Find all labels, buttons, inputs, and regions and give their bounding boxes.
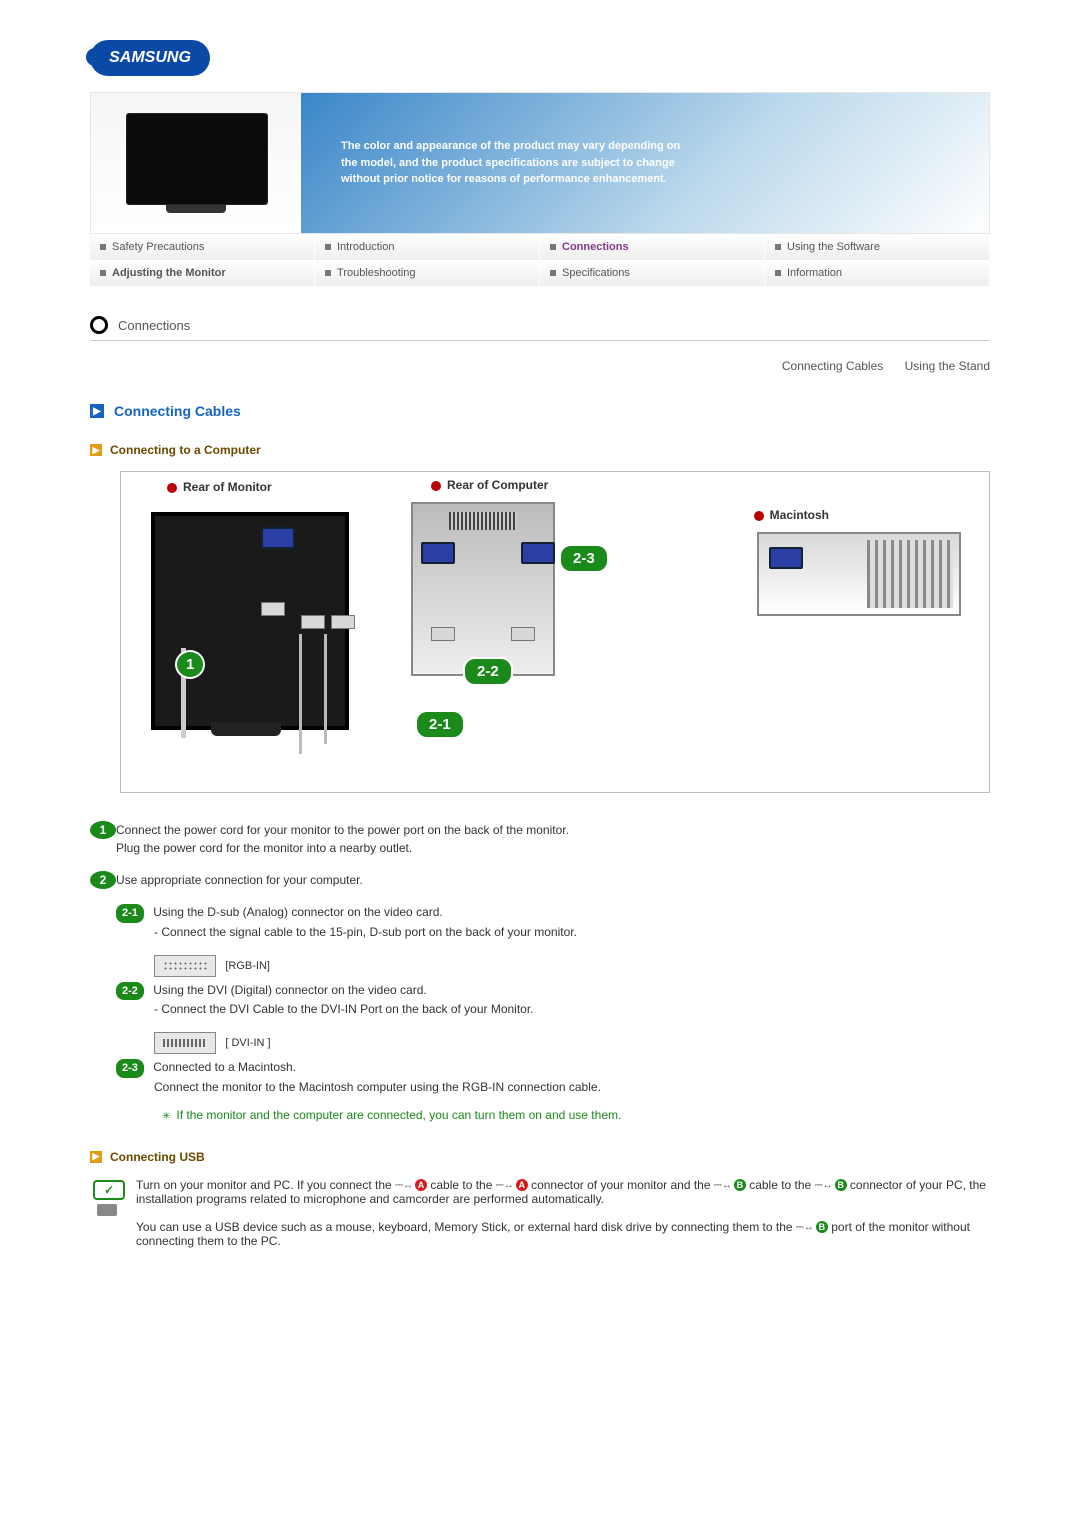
step-2-text: Use appropriate connection for your comp… xyxy=(116,871,990,889)
rgb-port-icon xyxy=(154,955,216,977)
diagram-macintosh xyxy=(757,532,961,616)
tab-specifications[interactable]: Specifications xyxy=(540,260,765,286)
dvi-port-icon xyxy=(301,615,325,629)
hero-disclaimer: The color and appearance of the product … xyxy=(301,138,721,188)
step-2-3: 2-3 Connected to a Macintosh. Connect th… xyxy=(116,1058,990,1096)
label-rear-computer: Rear of Computer xyxy=(431,478,548,492)
usb-paragraph-1: Turn on your monitor and PC. If you conn… xyxy=(136,1178,990,1248)
callout-2-1: 2-1 xyxy=(415,710,465,739)
nav-row-1: Safety Precautions Introduction Connecti… xyxy=(90,234,990,260)
nav-row-2: Adjusting the Monitor Troubleshooting Sp… xyxy=(90,260,990,286)
tab-safety-precautions[interactable]: Safety Precautions xyxy=(90,234,315,260)
usb-a-icon: ⎓↔A xyxy=(496,1179,528,1191)
step-1-text: Connect the power cord for your monitor … xyxy=(116,821,990,857)
step-2-1: 2-1 Using the D-sub (Analog) connector o… xyxy=(116,903,990,977)
callout-2-2: 2-2 xyxy=(463,657,513,686)
tab-using-the-software[interactable]: Using the Software xyxy=(765,234,990,260)
subsection-heading-usb: ▶ Connecting USB xyxy=(90,1150,990,1164)
cable-icon xyxy=(299,634,302,754)
pill-2-3: 2-3 xyxy=(116,1059,144,1078)
brand-logo: SAMSUNG xyxy=(90,40,210,76)
sub-navigation: Connecting Cables Using the Stand xyxy=(90,359,990,373)
bullet-icon: ▶ xyxy=(90,444,102,456)
pill-2-2: 2-2 xyxy=(116,982,144,1001)
arrow-icon: ▶ xyxy=(90,404,104,418)
connection-note: If the monitor and the computer are conn… xyxy=(162,1106,990,1124)
label-macintosh: Macintosh xyxy=(754,508,829,522)
hero-banner: The color and appearance of the product … xyxy=(90,92,990,234)
dvi-port-icon xyxy=(261,602,285,616)
step-number-2: 2 xyxy=(90,871,116,889)
subsection-title: Connecting to a Computer xyxy=(110,443,261,457)
hero-product-image xyxy=(91,93,301,233)
section-title: Connecting Cables xyxy=(114,403,241,419)
vga-port-icon xyxy=(521,542,555,564)
usb-a-icon: ⎓↔A xyxy=(395,1179,427,1191)
subsection-heading-computer: ▶ Connecting to a Computer xyxy=(90,443,990,457)
step-number-1: 1 xyxy=(90,821,116,839)
subsection-title-usb: Connecting USB xyxy=(110,1150,205,1164)
usb-b-icon: ⎓↔B xyxy=(796,1221,828,1233)
rgb-in-label: [RGB-IN] xyxy=(225,960,270,972)
dvi-port-icon xyxy=(511,627,535,641)
callout-2-3: 2-3 xyxy=(559,544,609,573)
usb-paragraph-2: You can use a USB device such as a mouse… xyxy=(136,1220,970,1248)
dvi-port-icon xyxy=(154,1032,216,1054)
breadcrumb-icon xyxy=(90,316,108,334)
tab-troubleshooting[interactable]: Troubleshooting xyxy=(315,260,540,286)
pill-2-1: 2-1 xyxy=(116,904,144,923)
usb-b-icon: ⎓↔B xyxy=(714,1179,746,1191)
tab-connections[interactable]: Connections xyxy=(540,234,765,260)
subnav-using-the-stand[interactable]: Using the Stand xyxy=(905,359,990,373)
cable-icon xyxy=(324,634,327,744)
usb-check-icon xyxy=(90,1180,126,1216)
vga-port-icon xyxy=(421,542,455,564)
diagram-pc-rear xyxy=(411,502,555,676)
section-heading: ▶ Connecting Cables xyxy=(90,403,990,419)
breadcrumb-label: Connections xyxy=(118,318,190,333)
tab-introduction[interactable]: Introduction xyxy=(315,234,540,260)
step-2-2: 2-2 Using the DVI (Digital) connector on… xyxy=(116,981,990,1055)
vga-port-icon xyxy=(769,547,803,569)
vga-port-icon xyxy=(261,527,295,549)
tab-adjusting-the-monitor[interactable]: Adjusting the Monitor xyxy=(90,260,315,286)
usb-b-icon: ⎓↔B xyxy=(815,1179,847,1191)
breadcrumb: Connections xyxy=(90,316,990,341)
diagram-monitor-stand xyxy=(211,722,281,736)
label-rear-monitor: Rear of Monitor xyxy=(167,480,272,494)
tab-information[interactable]: Information xyxy=(765,260,990,286)
connection-diagram: Rear of Monitor Rear of Computer Macinto… xyxy=(120,471,990,793)
subnav-connecting-cables[interactable]: Connecting Cables xyxy=(782,359,883,373)
dvi-in-label: [ DVI-IN ] xyxy=(225,1037,270,1049)
dvi-port-icon xyxy=(331,615,355,629)
bullet-icon: ▶ xyxy=(90,1151,102,1163)
dvi-port-icon xyxy=(431,627,455,641)
